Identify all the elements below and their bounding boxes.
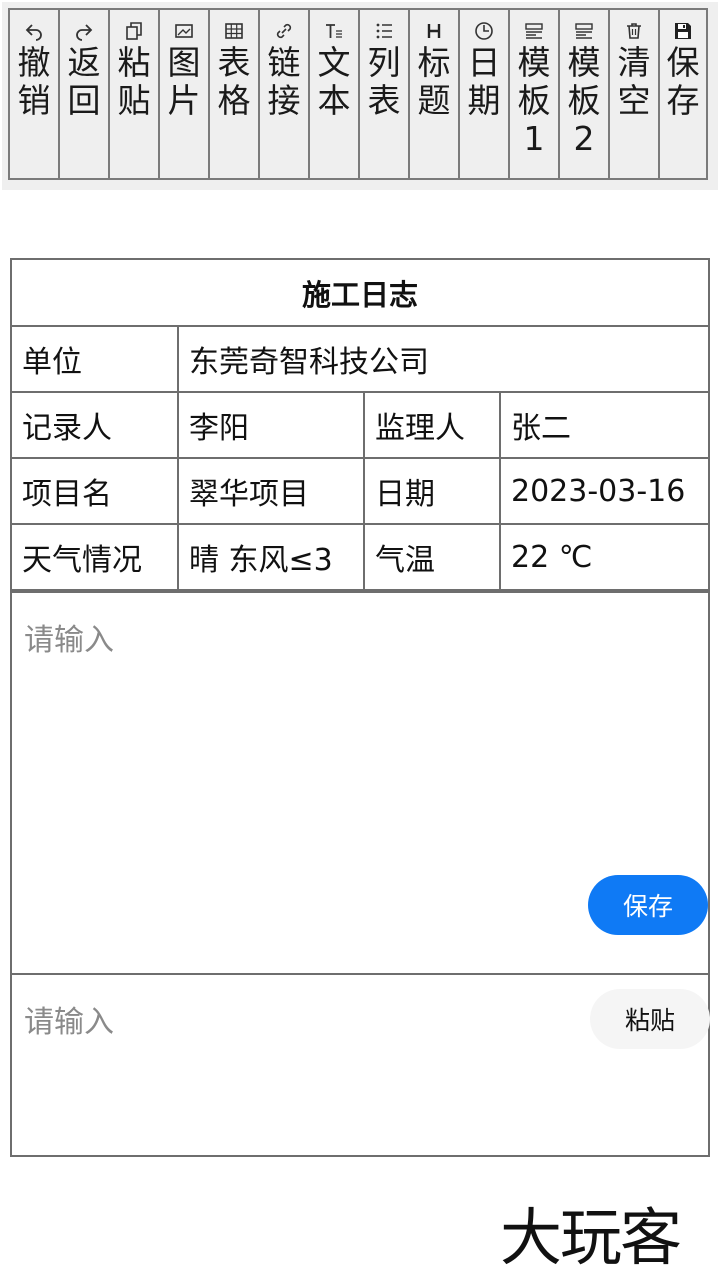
trash-icon — [623, 20, 645, 42]
clock-icon — [473, 20, 495, 42]
heading-icon — [423, 20, 445, 42]
recorder-label: 记录人 — [12, 391, 179, 459]
table-icon — [223, 20, 245, 42]
log-title: 施工日志 — [12, 260, 709, 327]
template-icon — [573, 20, 595, 42]
supervisor-value[interactable]: 张二 — [498, 391, 709, 459]
table-row: 单位 东莞奇智科技公司 — [12, 325, 709, 393]
project-value[interactable]: 翠华项目 — [177, 457, 365, 525]
title-row: 施工日志 — [12, 260, 709, 327]
undo-button[interactable]: 撤销 — [8, 8, 58, 180]
save-button[interactable]: 保存 — [588, 875, 708, 935]
table-row: 记录人 李阳 监理人 张二 — [12, 391, 709, 459]
link-icon — [273, 20, 295, 42]
text-button-label: 文本 — [317, 43, 351, 120]
list-button-label: 列表 — [367, 43, 401, 120]
table-button-label: 表格 — [217, 43, 251, 120]
link-button-label: 链接 — [267, 43, 301, 120]
construction-log: 施工日志 单位 东莞奇智科技公司 记录人 李阳 监理人 张二 项目名 翠华项目 … — [10, 258, 710, 1157]
image-button[interactable]: 图片 — [158, 8, 208, 180]
list-button[interactable]: 列表 — [358, 8, 408, 180]
secondary-input[interactable]: 请输入 粘贴 — [12, 973, 710, 1155]
date-value[interactable]: 2023-03-16 — [498, 457, 709, 525]
template2-button[interactable]: 模板2 — [558, 8, 608, 180]
save-tool-label: 保存 — [666, 43, 700, 120]
editor-toolbar: 撤销 返回 粘贴 图片 表格 链接 文本 列表 标题 日期 模板1 模板2 清空… — [2, 2, 718, 190]
clear-button-label: 清空 — [617, 43, 651, 120]
date-button[interactable]: 日期 — [458, 8, 508, 180]
temperature-label: 气温 — [363, 523, 501, 591]
image-icon — [173, 20, 195, 42]
redo-icon — [73, 20, 95, 42]
heading-button[interactable]: 标题 — [408, 8, 458, 180]
table-button[interactable]: 表格 — [208, 8, 258, 180]
date-button-label: 日期 — [467, 43, 501, 120]
supervisor-label: 监理人 — [363, 391, 501, 459]
save-tool-button[interactable]: 保存 — [658, 8, 708, 180]
undo-button-label: 撤销 — [17, 43, 51, 120]
text-button[interactable]: 文本 — [308, 8, 358, 180]
weather-value[interactable]: 晴 东风≤3 — [177, 523, 365, 591]
project-label: 项目名 — [12, 457, 179, 525]
unit-label: 单位 — [12, 325, 179, 393]
log-header-table: 施工日志 单位 东莞奇智科技公司 记录人 李阳 监理人 张二 项目名 翠华项目 … — [12, 260, 709, 591]
text-icon — [323, 20, 345, 42]
redo-button-label: 返回 — [67, 43, 101, 120]
editor-placeholder: 请输入 — [24, 623, 114, 658]
heading-button-label: 标题 — [417, 43, 451, 120]
floppy-icon — [672, 20, 694, 42]
log-content-editor[interactable]: 请输入 保存 — [12, 591, 708, 973]
template2-button-label: 模板2 — [567, 43, 601, 158]
recorder-value[interactable]: 李阳 — [177, 391, 365, 459]
clear-button[interactable]: 清空 — [608, 8, 658, 180]
undo-icon — [23, 20, 45, 42]
unit-value[interactable]: 东莞奇智科技公司 — [176, 325, 709, 393]
paste-tool-button[interactable]: 粘贴 — [108, 8, 158, 180]
temperature-value[interactable]: 22 ℃ — [498, 523, 709, 591]
weather-label: 天气情况 — [12, 523, 179, 591]
secondary-placeholder: 请输入 — [24, 1005, 114, 1040]
watermark-logo: 大玩客 — [500, 1201, 682, 1274]
image-button-label: 图片 — [167, 43, 201, 120]
redo-button[interactable]: 返回 — [58, 8, 108, 180]
table-row: 项目名 翠华项目 日期 2023-03-16 — [12, 457, 709, 525]
template1-button-label: 模板1 — [517, 43, 551, 158]
paste-button[interactable]: 粘贴 — [590, 989, 710, 1049]
date-label: 日期 — [363, 457, 501, 525]
paste-tool-label: 粘贴 — [117, 43, 151, 120]
table-row: 天气情况 晴 东风≤3 气温 22 ℃ — [12, 523, 709, 591]
template1-button[interactable]: 模板1 — [508, 8, 558, 180]
paste-icon — [123, 20, 145, 42]
list-icon — [373, 20, 395, 42]
template-icon — [523, 20, 545, 42]
link-button[interactable]: 链接 — [258, 8, 308, 180]
